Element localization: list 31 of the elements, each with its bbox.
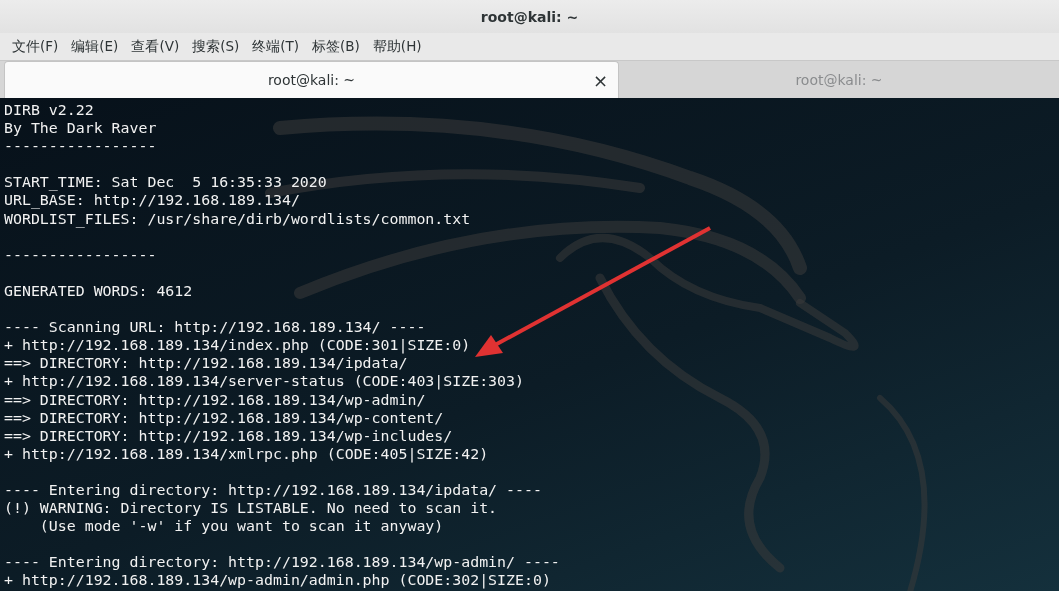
terminal-line: ==> DIRECTORY: http://192.168.189.134/wp-admin/ [4,390,427,409]
terminal-line: GENERATED WORDS: 4612 [4,281,194,301]
terminal-line: ==> DIRECTORY: http://192.168.189.134/wp-content/ [4,408,445,427]
menu-item[interactable]: 帮助(H) [366,37,428,56]
window-title: root@kali: ~ [480,8,579,25]
terminal-line: ---- Entering directory: http://192.168.189.134/ipdata/ ---- [4,480,543,500]
terminal-line: ----------------- [4,245,158,264]
menu-item[interactable]: 编辑(E) [65,37,125,56]
menu-item[interactable]: 搜索(S) [186,37,246,56]
terminal-line: ---- Scanning URL: http://192.168.189.134/ ---- [4,318,427,337]
terminal-line: ==> DIRECTORY: http://192.168.189.134/ipdata/ [4,354,409,373]
terminal-line: + http://192.168.189.134/server-status (CODE:403|SIZE:303) [4,372,525,391]
terminal-line: + http://192.168.189.134/index.php (CODE:301|SIZE:0) [4,336,472,355]
terminal-line: By The Dark Raver [4,119,158,138]
terminal-line: + http://192.168.189.134/wp-admin/admin.php (CODE:302|SIZE:0) [4,571,552,590]
terminal-line: (Use mode '-w' if you want to scan it anyway) [38,517,445,536]
terminal-line: WORDLIST_FILES: /usr/share/dirb/wordlists/common.txt [4,209,472,228]
menu-item[interactable]: 查看(V) [125,37,186,56]
terminal-line: START_TIME: Sat Dec 5 16:35:33 2020 [4,173,328,192]
terminal-line: ==> DIRECTORY: http://192.168.189.134/wp-includes/ [4,426,454,445]
menu-item[interactable]: 文件(F) [6,37,65,56]
close-icon[interactable]: × [592,70,608,91]
terminal-line: URL_BASE: http://192.168.189.134/ [4,191,301,210]
menu-item[interactable]: 终端(T) [246,37,306,56]
terminal-line: DIRB v2.22 [4,101,95,120]
terminal-line: + http://192.168.189.134/xmlrpc.php (CODE:405|SIZE:42) [4,444,490,463]
terminal-line: ----------------- [4,137,158,156]
menu-item[interactable]: 标签(B) [306,37,366,56]
terminal-line: ---- Entering directory: http://192.168.189.134/wp-admin/ ---- [4,553,561,572]
terminal-line: (!) WARNING: Directory IS LISTABLE. No need to scan it. [4,499,499,518]
tab[interactable]: root@kali: ~ × [4,61,619,98]
